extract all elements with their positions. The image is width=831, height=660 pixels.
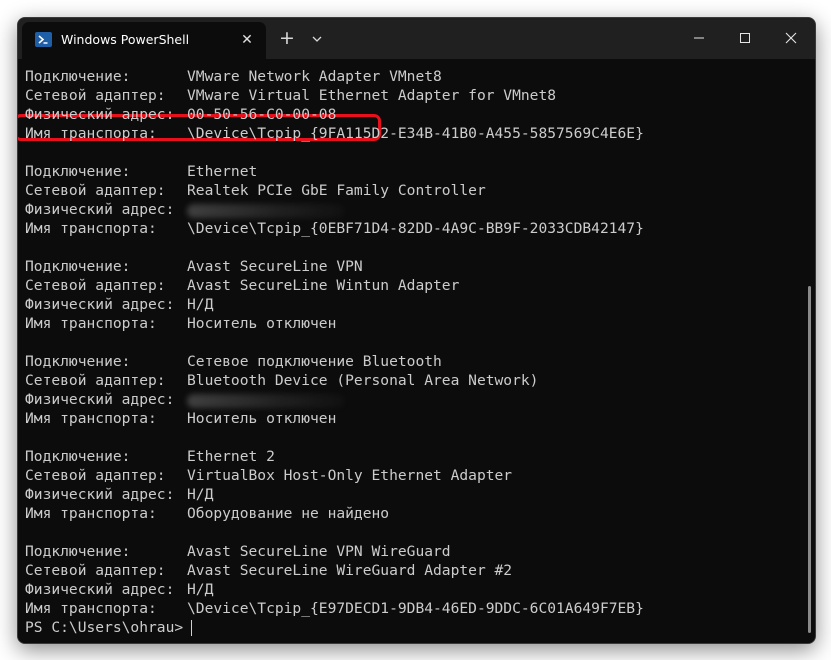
output-line: Сетевой адаптер: Bluetooth Device (Person… xyxy=(25,371,644,390)
field-value: Н/Д xyxy=(187,486,214,503)
output-line: Подключение: Avast SecureLine VPN WireGua… xyxy=(25,542,644,561)
prompt-text: PS C:\Users\ohrau> xyxy=(25,619,184,636)
terminal-output[interactable]: Подключение: VMware Network Adapter VMnet… xyxy=(18,59,815,643)
field-value: Сетевое подключение Bluetooth xyxy=(187,353,442,370)
output-line: Физический адрес: Н/Д xyxy=(25,580,644,599)
redacted-value xyxy=(187,394,345,408)
output-line: Имя транспорта: \Device\Tcpip_{E97DECD1-9… xyxy=(25,599,644,618)
highlighted-mac-address: 00-50-56-C0-00-08 xyxy=(187,106,337,123)
field-value: Avast SecureLine VPN WireGuard xyxy=(187,543,451,560)
field-label: Физический адрес: xyxy=(25,296,175,313)
output-line: Подключение: Сетевое подключение Bluetoot… xyxy=(25,352,644,371)
field-label: Физический адрес: xyxy=(25,581,175,598)
field-label: Подключение: xyxy=(25,353,131,370)
field-label: Сетевой адаптер: xyxy=(25,87,166,104)
field-label: Сетевой адаптер: xyxy=(25,562,166,579)
output-line: Имя транспорта: Носитель отключен xyxy=(25,314,644,333)
title-bar[interactable]: Windows PowerShell ✕ + xyxy=(18,18,815,59)
output-line: Физический адрес: 00-50-56-C0-00-08 xyxy=(25,105,644,124)
blank-line xyxy=(25,428,644,447)
output-line: Подключение: VMware Network Adapter VMnet… xyxy=(25,67,644,86)
scrollbar-thumb[interactable] xyxy=(808,286,811,633)
scrollbar[interactable] xyxy=(805,62,811,640)
field-value: Realtek PCIe GbE Family Controller xyxy=(187,182,486,199)
field-label: Подключение: xyxy=(25,258,131,275)
field-label: Сетевой адаптер: xyxy=(25,467,166,484)
powershell-window: Windows PowerShell ✕ + Подключение: VMwa… xyxy=(17,17,816,644)
output-line: Сетевой адаптер: VMware Virtual Ethernet … xyxy=(25,86,644,105)
output-line: Физический адрес: xyxy=(25,390,644,409)
field-label: Имя транспорта: xyxy=(25,600,157,617)
blank-line xyxy=(25,143,644,162)
field-label: Подключение: xyxy=(25,68,131,85)
field-label: Имя транспорта: xyxy=(25,410,157,427)
tab-powershell[interactable]: Windows PowerShell ✕ xyxy=(22,22,266,59)
field-label: Сетевой адаптер: xyxy=(25,277,166,294)
field-value: \Device\Tcpip_{9FA115D2-E34B-41B0-A455-5… xyxy=(187,125,644,142)
field-value: VMware Network Adapter VMnet8 xyxy=(187,68,442,85)
field-label: Имя транспорта: xyxy=(25,220,157,237)
field-label: Сетевой адаптер: xyxy=(25,182,166,199)
blank-line xyxy=(25,523,644,542)
field-value: Avast SecureLine WireGuard Adapter #2 xyxy=(187,562,513,579)
field-value: Bluetooth Device (Personal Area Network) xyxy=(187,372,539,389)
field-label: Физический адрес: xyxy=(25,486,175,503)
output-line: Сетевой адаптер: VirtualBox Host-Only Eth… xyxy=(25,466,644,485)
field-value: Ethernet 2 xyxy=(187,448,275,465)
field-label: Имя транспорта: xyxy=(25,315,157,332)
field-label: Имя транспорта: xyxy=(25,505,157,522)
field-label: Физический адрес: xyxy=(25,201,175,218)
field-label: Имя транспорта: xyxy=(25,125,157,142)
output-line: Физический адрес: Н/Д xyxy=(25,485,644,504)
output-line: Имя транспорта: Носитель отключен xyxy=(25,409,644,428)
prompt-line[interactable]: PS C:\Users\ohrau> xyxy=(25,618,644,637)
output-line: Сетевой адаптер: Realtek PCIe GbE Family … xyxy=(25,181,644,200)
output-line: Подключение: Ethernet xyxy=(25,162,644,181)
field-value: Avast SecureLine Wintun Adapter xyxy=(187,277,460,294)
output-line: Подключение: Ethernet 2 xyxy=(25,447,644,466)
minimize-icon[interactable] xyxy=(676,18,722,58)
output-line: Сетевой адаптер: Avast SecureLine Wintun … xyxy=(25,276,644,295)
field-label: Физический адрес: xyxy=(25,391,175,408)
field-value: VirtualBox Host-Only Ethernet Adapter xyxy=(187,467,513,484)
field-label: Физический адрес: xyxy=(25,106,175,123)
field-label: Подключение: xyxy=(25,163,131,180)
field-value: Носитель отключен xyxy=(187,315,337,332)
field-value: Н/Д xyxy=(187,581,214,598)
chevron-down-icon[interactable] xyxy=(306,28,328,50)
output-line: Подключение: Avast SecureLine VPN xyxy=(25,257,644,276)
output-line: Имя транспорта: \Device\Tcpip_{9FA115D2-E… xyxy=(25,124,644,143)
text-cursor xyxy=(191,620,193,636)
blank-line xyxy=(25,238,644,257)
field-value: Оборудование не найдено xyxy=(187,505,390,522)
close-icon[interactable] xyxy=(768,18,814,58)
field-value: Н/Д xyxy=(187,296,214,313)
terminal-lines: Подключение: VMware Network Adapter VMnet… xyxy=(25,67,644,637)
field-value: Avast SecureLine VPN xyxy=(187,258,363,275)
redacted-value xyxy=(187,204,345,218)
blank-line xyxy=(25,333,644,352)
maximize-icon[interactable] xyxy=(722,18,768,58)
field-value: \Device\Tcpip_{E97DECD1-9DB4-46ED-9DDC-6… xyxy=(187,600,644,617)
field-value: \Device\Tcpip_{0EBF71D4-82DD-4A9C-BB9F-2… xyxy=(187,220,644,237)
field-label: Сетевой адаптер: xyxy=(25,372,166,389)
close-tab-icon[interactable]: ✕ xyxy=(236,29,258,51)
output-line: Имя транспорта: Оборудование не найдено xyxy=(25,504,644,523)
field-label: Подключение: xyxy=(25,543,131,560)
output-line: Физический адрес: xyxy=(25,200,644,219)
new-tab-button[interactable]: + xyxy=(274,26,300,52)
output-line: Имя транспорта: \Device\Tcpip_{0EBF71D4-8… xyxy=(25,219,644,238)
output-line: Физический адрес: Н/Д xyxy=(25,295,644,314)
field-value: Носитель отключен xyxy=(187,410,337,427)
field-value: Ethernet xyxy=(187,163,258,180)
output-line: Сетевой адаптер: Avast SecureLine WireGua… xyxy=(25,561,644,580)
field-value: VMware Virtual Ethernet Adapter for VMne… xyxy=(187,87,557,104)
tab-title: Windows PowerShell xyxy=(61,32,190,47)
field-label: Подключение: xyxy=(25,448,131,465)
powershell-icon xyxy=(35,32,52,47)
